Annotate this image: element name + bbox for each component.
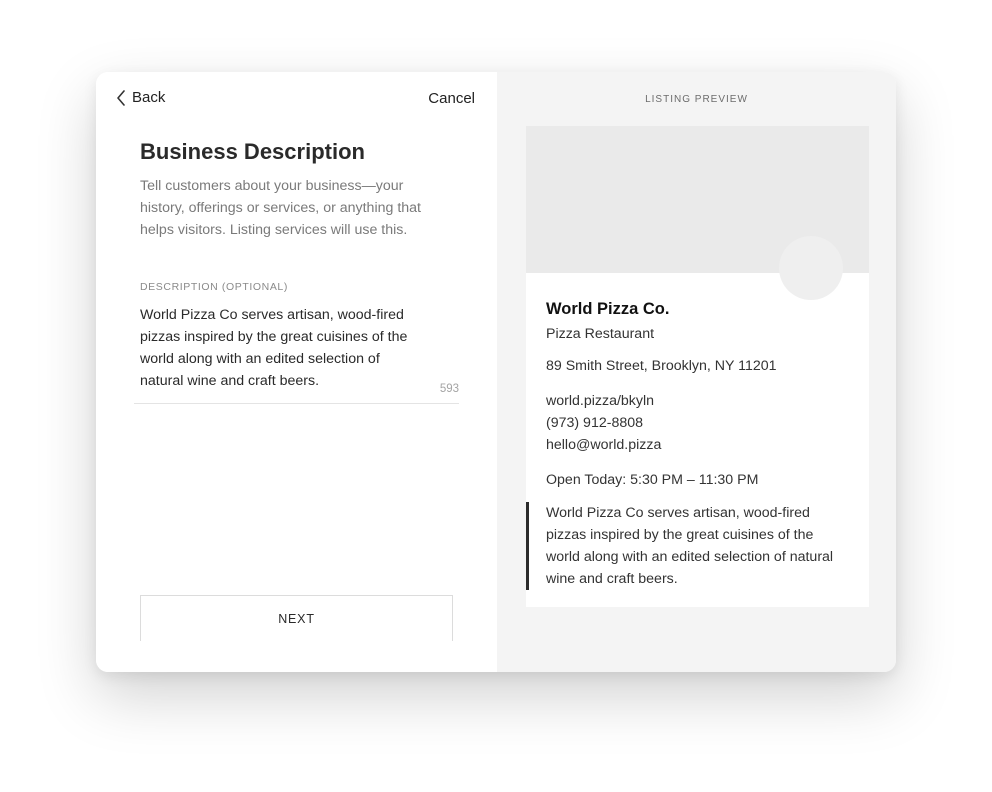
- listing-editor-modal: Back Cancel Business Description Tell cu…: [96, 72, 896, 672]
- back-button[interactable]: Back: [116, 89, 165, 106]
- next-button[interactable]: NEXT: [140, 595, 453, 641]
- description-field-label: DESCRIPTION (OPTIONAL): [140, 281, 288, 293]
- contact-info: world.pizza/bkyln (973) 912-8808 hello@w…: [546, 390, 661, 456]
- phone-number: (973) 912-8808: [546, 415, 644, 431]
- preview-description: World Pizza Co serves artisan, wood-fire…: [526, 502, 869, 590]
- opening-hours: Open Today: 5:30 PM – 11:30 PM: [546, 472, 759, 488]
- business-name: World Pizza Co.: [546, 300, 670, 318]
- character-count: 593: [439, 383, 459, 395]
- email-address: hello@world.pizza: [546, 437, 662, 453]
- page-title: Business Description: [140, 139, 365, 164]
- back-label: Back: [132, 89, 166, 106]
- listing-preview-panel: LISTING PREVIEW World Pizza Co. Pizza Re…: [497, 72, 896, 672]
- description-textarea-value: World Pizza Co serves artisan, wood-fire…: [140, 307, 408, 389]
- business-category: Pizza Restaurant: [546, 326, 655, 342]
- chevron-left-icon: [117, 89, 125, 106]
- intro-text: Tell customers about your business—your …: [140, 178, 421, 238]
- description-textarea[interactable]: World Pizza Co serves artisan, wood-fire…: [134, 304, 459, 404]
- editor-panel: Back Cancel Business Description Tell cu…: [96, 72, 497, 672]
- avatar: [779, 236, 843, 300]
- preview-heading: LISTING PREVIEW: [645, 94, 748, 105]
- listing-card: World Pizza Co. Pizza Restaurant 89 Smit…: [526, 126, 869, 607]
- cancel-button[interactable]: Cancel: [428, 90, 475, 107]
- business-address: 89 Smith Street, Brooklyn, NY 11201: [546, 358, 777, 374]
- website-link: world.pizza/bkyln: [546, 393, 655, 409]
